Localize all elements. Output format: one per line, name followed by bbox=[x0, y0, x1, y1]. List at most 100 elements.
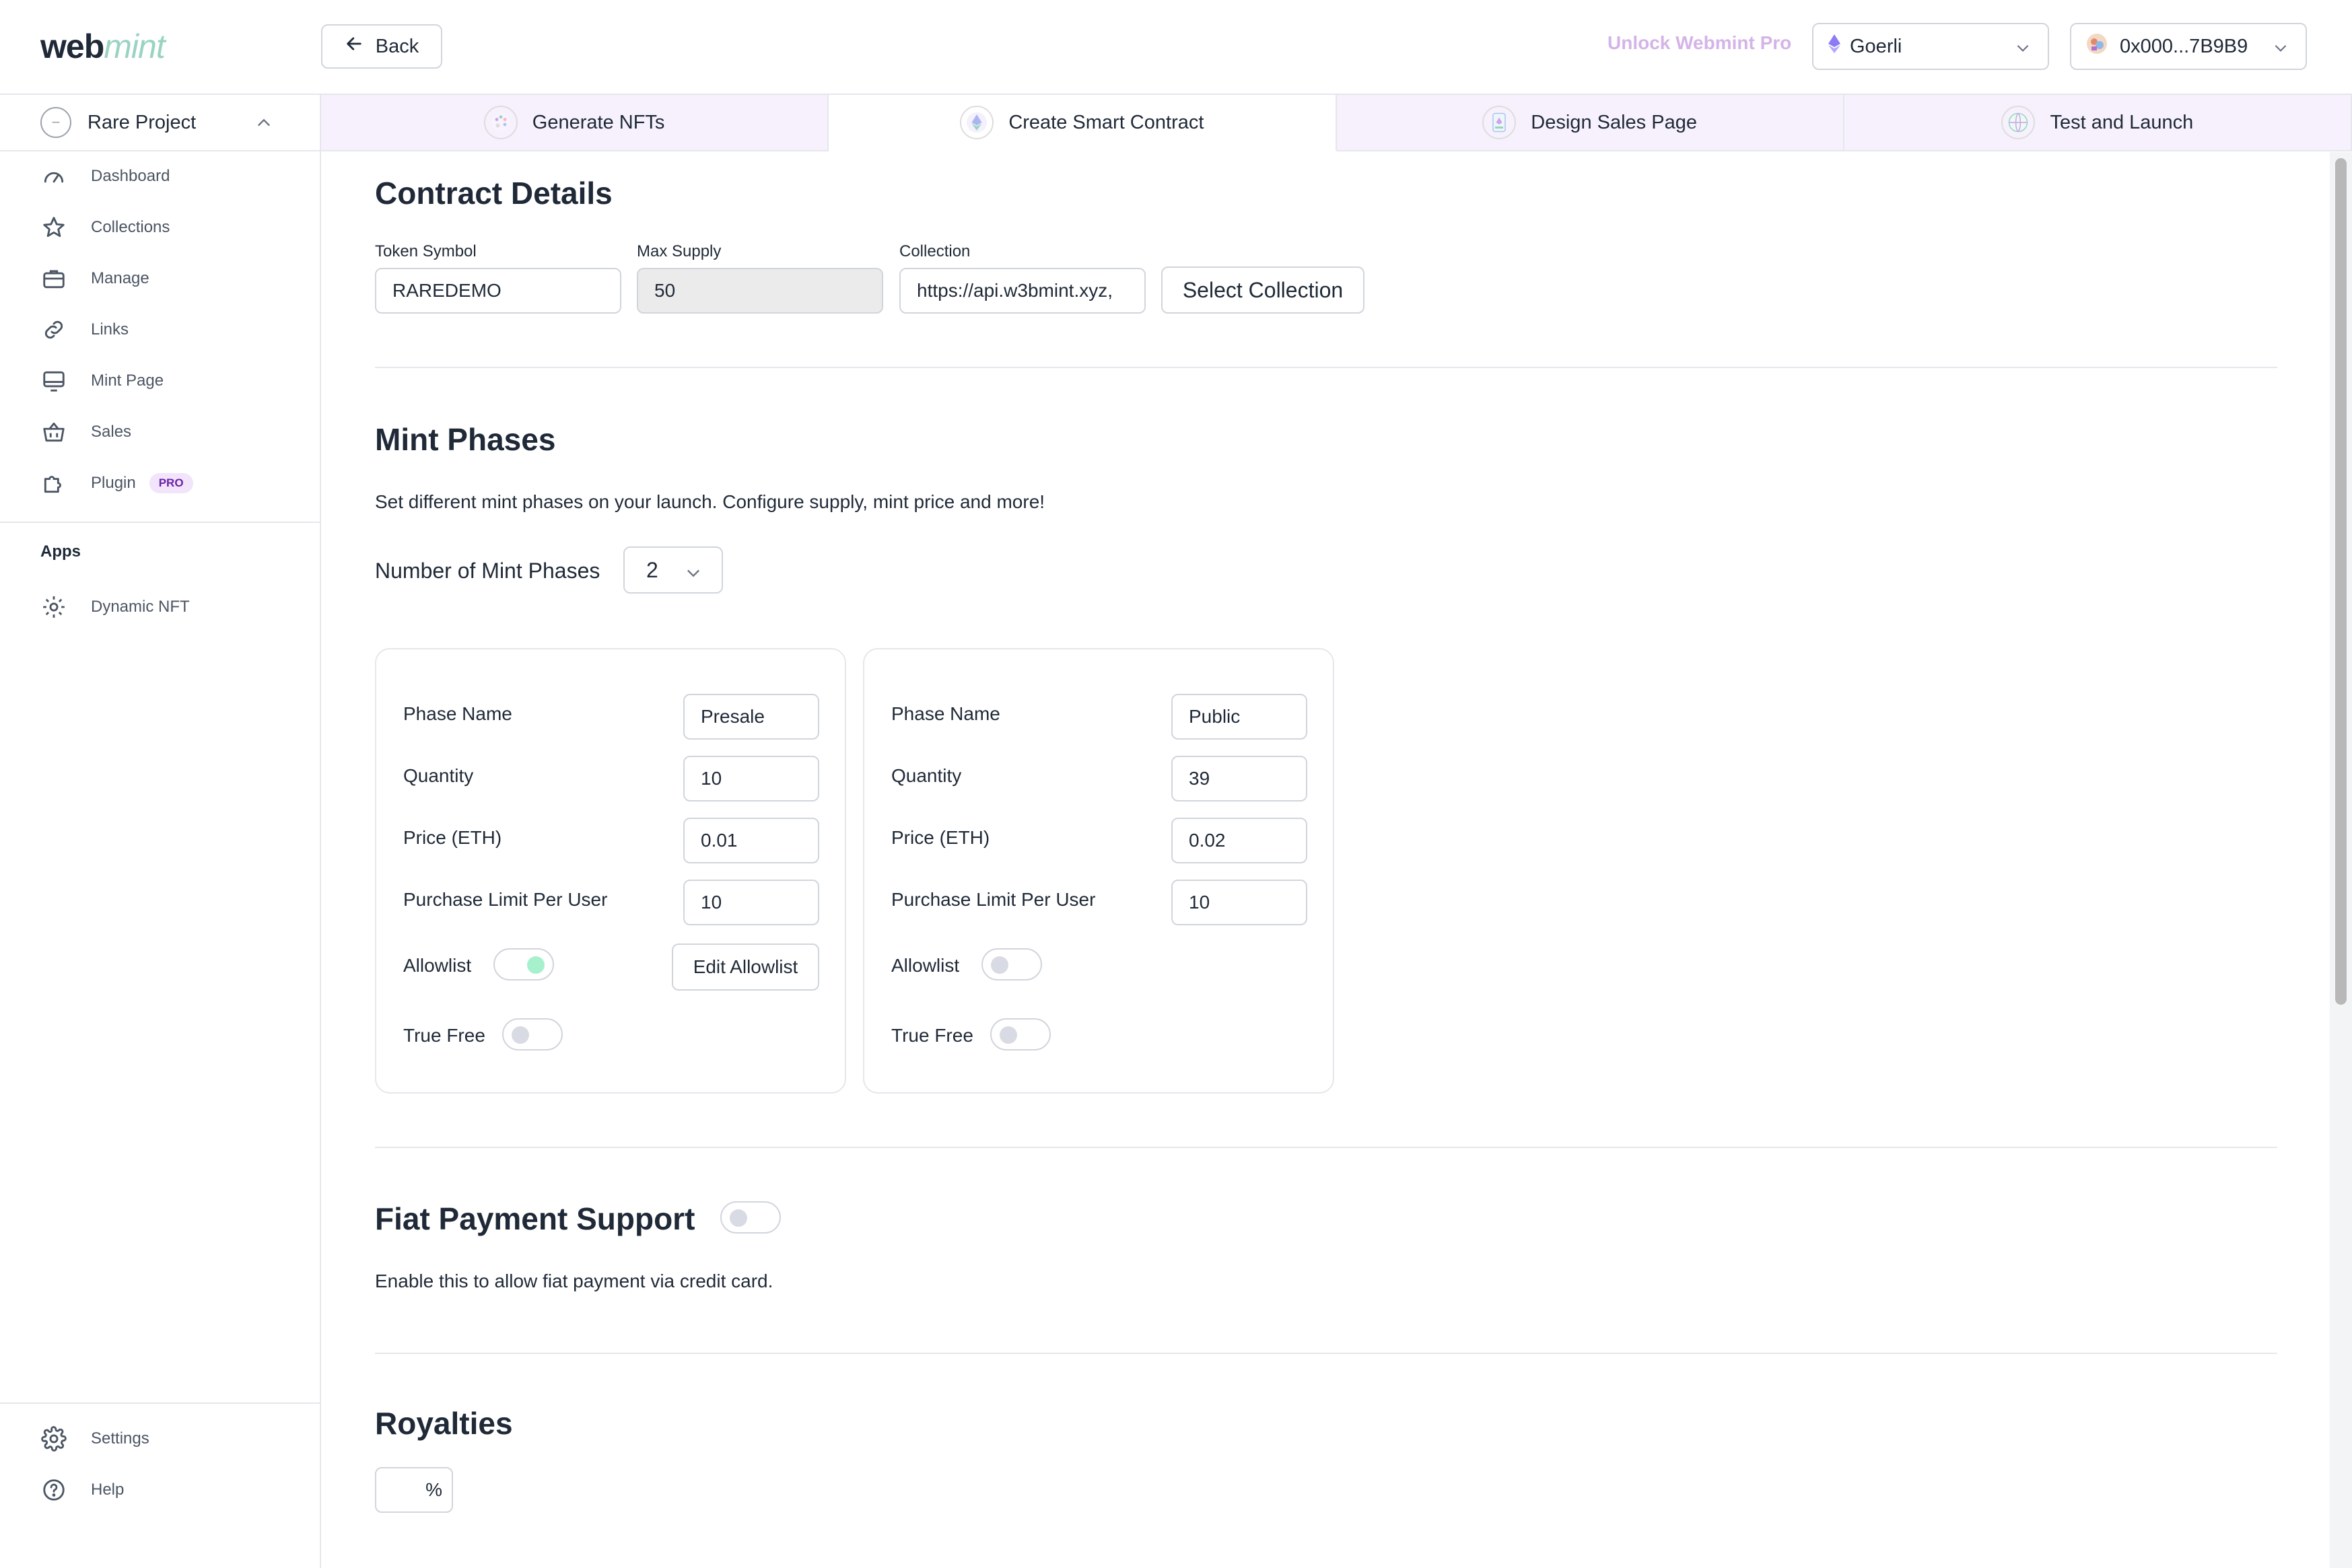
unlock-pro-link[interactable]: Unlock Webmint Pro bbox=[1607, 32, 1791, 54]
back-label: Back bbox=[375, 35, 419, 57]
true-free-label: True Free bbox=[403, 1025, 485, 1046]
purchase-limit-input[interactable]: 10 bbox=[1171, 880, 1307, 925]
tab-label: Test and Launch bbox=[2050, 111, 2194, 133]
fiat-payment-description: Enable this to allow fiat payment via cr… bbox=[375, 1271, 773, 1291]
sidebar-item-label: Manage bbox=[91, 269, 149, 287]
quantity-label: Quantity bbox=[403, 765, 474, 786]
sidebar-divider bbox=[0, 522, 321, 523]
gauge-icon bbox=[40, 163, 67, 190]
page-design-icon bbox=[1482, 106, 1517, 139]
sidebar-item-collections[interactable]: Collections bbox=[40, 211, 170, 244]
sidebar-item-dynamic-nft[interactable]: Dynamic NFT bbox=[40, 590, 190, 624]
fiat-payment-toggle[interactable] bbox=[720, 1201, 781, 1234]
allowlist-label: Allowlist bbox=[403, 955, 472, 976]
quantity-input[interactable]: 10 bbox=[683, 756, 819, 801]
phase-name-label: Phase Name bbox=[403, 703, 512, 724]
mint-phases-count-label: Number of Mint Phases bbox=[375, 559, 600, 583]
phase-name-input[interactable]: Public bbox=[1171, 694, 1307, 740]
fiat-payment-title: Fiat Payment Support bbox=[375, 1201, 695, 1236]
phase-card-public: Phase Name Public Quantity 39 Price (ETH… bbox=[863, 648, 1334, 1094]
sidebar-item-plugin[interactable]: Plugin PRO bbox=[40, 466, 193, 500]
true-free-toggle[interactable] bbox=[990, 1018, 1051, 1050]
pro-badge: PRO bbox=[149, 473, 193, 493]
step-tabs: Generate NFTs Create Smart Contract Desi… bbox=[321, 95, 2352, 151]
true-free-label: True Free bbox=[891, 1025, 973, 1046]
mint-phases-count-select[interactable]: 2 bbox=[623, 546, 723, 594]
tab-label: Generate NFTs bbox=[532, 111, 665, 133]
chevron-down-icon bbox=[2272, 39, 2289, 62]
sidebar-item-dashboard[interactable]: Dashboard bbox=[40, 159, 170, 193]
globe-icon bbox=[2001, 106, 2036, 139]
back-button[interactable]: Back bbox=[321, 24, 442, 69]
quantity-input[interactable]: 39 bbox=[1171, 756, 1307, 801]
contract-details-title: Contract Details bbox=[375, 176, 613, 211]
sidebar-item-label: Dynamic NFT bbox=[91, 598, 190, 616]
tab-label: Design Sales Page bbox=[1531, 111, 1697, 133]
sidebar-item-label: Links bbox=[91, 320, 129, 338]
token-symbol-label: Token Symbol bbox=[375, 242, 477, 260]
chevron-down-icon bbox=[2014, 39, 2032, 62]
sidebar-item-mint-page[interactable]: Mint Page bbox=[40, 364, 164, 398]
allowlist-toggle[interactable] bbox=[981, 948, 1042, 981]
mint-phases-title: Mint Phases bbox=[375, 422, 556, 457]
toggle-knob bbox=[512, 1026, 529, 1044]
royalties-input[interactable]: % bbox=[375, 1467, 453, 1513]
price-input[interactable]: 0.01 bbox=[683, 818, 819, 863]
price-label: Price (ETH) bbox=[891, 827, 990, 848]
sidebar-item-label: Sales bbox=[91, 423, 132, 441]
webmint-logo[interactable]: webmint bbox=[40, 27, 166, 66]
toggle-knob bbox=[527, 956, 545, 974]
sidebar-item-label: Mint Page bbox=[91, 371, 164, 390]
sidebar-item-links[interactable]: Links bbox=[40, 313, 129, 347]
phase-name-label: Phase Name bbox=[891, 703, 1000, 724]
sidebar-item-help[interactable]: Help bbox=[40, 1473, 124, 1507]
collection-url-input[interactable]: https://api.w3bmint.xyz, bbox=[899, 268, 1146, 314]
network-select[interactable]: Goerli bbox=[1812, 23, 2049, 70]
max-supply-input: 50 bbox=[637, 268, 883, 314]
mint-phases-count-value: 2 bbox=[646, 557, 658, 582]
top-bar: webmint Back Unlock Webmint Pro Goerli 0… bbox=[0, 0, 2352, 95]
tab-create-smart-contract[interactable]: Create Smart Contract bbox=[829, 95, 1337, 151]
scrollbar-thumb[interactable] bbox=[2335, 158, 2347, 1005]
sidebar-item-sales[interactable]: Sales bbox=[40, 415, 131, 449]
tab-test-and-launch[interactable]: Test and Launch bbox=[1844, 95, 2352, 151]
purchase-limit-input[interactable]: 10 bbox=[683, 880, 819, 925]
token-symbol-input[interactable]: RAREDEMO bbox=[375, 268, 621, 314]
wallet-avatar-icon bbox=[2086, 33, 2108, 60]
tab-generate-nfts[interactable]: Generate NFTs bbox=[321, 95, 829, 151]
star-icon bbox=[40, 214, 67, 241]
quantity-label: Quantity bbox=[891, 765, 962, 786]
toggle-knob bbox=[1000, 1026, 1017, 1044]
price-input[interactable]: 0.02 bbox=[1171, 818, 1307, 863]
percent-unit: % bbox=[425, 1479, 442, 1500]
project-selector[interactable]: − Rare Project bbox=[0, 95, 321, 151]
sidebar-item-label: Help bbox=[91, 1481, 125, 1499]
puzzle-icon bbox=[40, 470, 67, 497]
settings-icon bbox=[40, 1425, 67, 1452]
max-supply-label: Max Supply bbox=[637, 242, 722, 260]
sidebar-item-settings[interactable]: Settings bbox=[40, 1422, 149, 1456]
sidebar-item-manage[interactable]: Manage bbox=[40, 262, 149, 295]
true-free-toggle[interactable] bbox=[502, 1018, 563, 1050]
sidebar-divider bbox=[0, 1402, 321, 1404]
apps-heading: Apps bbox=[40, 542, 81, 561]
sidebar: − Rare Project Dashboard Collections Man… bbox=[0, 95, 321, 1568]
sidebar-item-label: Settings bbox=[91, 1429, 149, 1448]
gear-icon bbox=[40, 594, 67, 620]
price-label: Price (ETH) bbox=[403, 827, 502, 848]
sidebar-item-label: Plugin bbox=[91, 474, 136, 492]
phase-name-input[interactable]: Presale bbox=[683, 694, 819, 740]
allowlist-toggle[interactable] bbox=[493, 948, 554, 981]
select-collection-button[interactable]: Select Collection bbox=[1161, 266, 1364, 314]
purchase-limit-label: Purchase Limit Per User bbox=[891, 889, 1096, 910]
tab-design-sales-page[interactable]: Design Sales Page bbox=[1336, 95, 1844, 151]
toggle-knob bbox=[991, 956, 1008, 974]
project-icon: − bbox=[40, 107, 71, 138]
sidebar-item-label: Dashboard bbox=[91, 167, 170, 185]
section-divider bbox=[375, 1353, 2277, 1354]
basket-icon bbox=[40, 419, 67, 446]
edit-allowlist-button[interactable]: Edit Allowlist bbox=[672, 943, 819, 991]
network-value: Goerli bbox=[1850, 35, 1902, 57]
wallet-select[interactable]: 0x000...7B9B9 bbox=[2070, 23, 2307, 70]
project-name: Rare Project bbox=[88, 111, 197, 133]
